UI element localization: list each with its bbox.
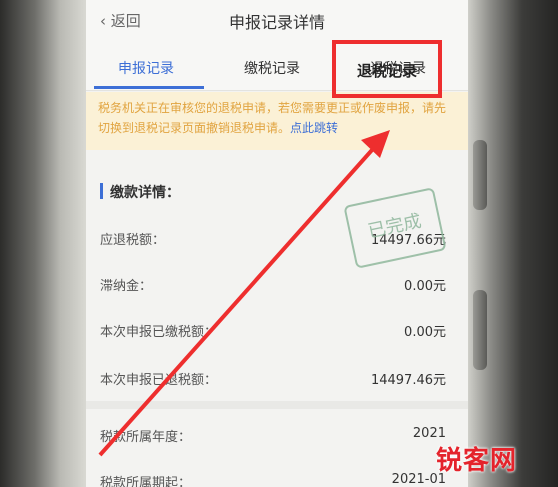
arrow-head bbox=[361, 130, 390, 158]
arrow-shaft bbox=[98, 148, 374, 457]
annotation-arrow bbox=[98, 130, 390, 457]
site-watermark: 锐客网 bbox=[436, 446, 518, 476]
